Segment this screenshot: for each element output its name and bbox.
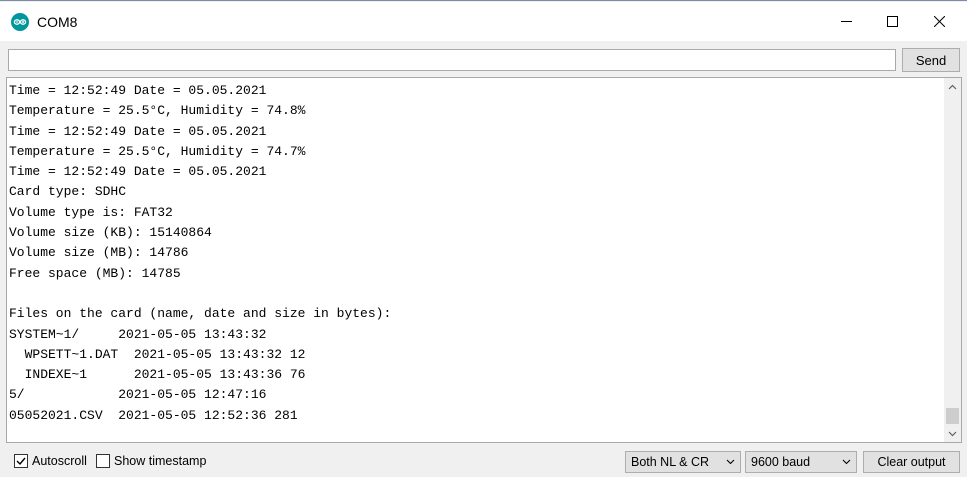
show-timestamp-label[interactable]: Show timestamp [114,454,206,468]
maximize-button[interactable] [869,2,915,41]
send-row: Send [0,41,967,77]
show-timestamp-checkbox[interactable] [96,454,110,468]
autoscroll-checkbox[interactable] [14,454,28,468]
output-line: Time = 12:52:49 Date = 05.05.2021 [9,164,267,180]
output-line: Volume size (KB): 15140864 [9,225,212,241]
output-line: Card type: SDHC [9,184,127,200]
serial-output[interactable]: Time = 12:52:49 Date = 05.05.2021 Tempera… [6,77,962,443]
baud-rate-select[interactable]: 9600 baud [745,451,857,473]
status-bar: Autoscroll Show timestamp Both NL & CR 9… [0,445,967,477]
send-button[interactable]: Send [902,48,960,72]
chevron-down-icon [842,459,851,465]
output-line: Time = 12:52:49 Date = 05.05.2021 [9,123,267,139]
clear-output-button[interactable]: Clear output [863,451,960,473]
arduino-icon [11,13,29,31]
serial-monitor-window: COM8 Send Time = 12:52:49 Date = 05.05.2… [0,0,967,477]
output-line: SYSTEM~1/ 2021-05-05 13:43:32 [9,326,267,342]
output-line: Temperature = 25.5°C, Humidity = 74.8% [9,103,306,119]
window-title: COM8 [37,14,78,30]
vertical-scrollbar[interactable] [944,78,961,442]
line-ending-select[interactable]: Both NL & CR [625,451,741,473]
scrollbar-thumb[interactable] [946,408,959,424]
output-text: Time = 12:52:49 Date = 05.05.2021 Tempera… [9,81,939,426]
output-line: Volume size (MB): 14786 [9,245,189,261]
minimize-icon [840,21,852,22]
scroll-up-button[interactable] [944,78,961,95]
output-line: Files on the card (name, date and size i… [9,306,392,322]
baud-rate-value: 9600 baud [751,455,811,469]
send-input[interactable] [8,49,896,71]
chevron-up-icon [948,84,957,89]
output-line: INDEXE~1 2021-05-05 13:43:36 76 [9,367,306,383]
close-button[interactable] [916,2,962,41]
output-line: Temperature = 25.5°C, Humidity = 74.7% [9,143,306,159]
line-ending-value: Both NL & CR [631,455,710,469]
close-icon [933,16,945,27]
output-line: Time = 12:52:49 Date = 05.05.2021 [9,83,267,98]
output-line: 05052021.CSV 2021-05-05 12:52:36 281 [9,407,298,423]
output-line: 5/ 2021-05-05 12:47:16 [9,387,267,403]
chevron-down-icon [948,431,957,436]
autoscroll-label[interactable]: Autoscroll [32,454,87,468]
output-line: WPSETT~1.DAT 2021-05-05 13:43:32 12 [9,346,306,362]
minimize-button[interactable] [823,2,869,41]
title-bar[interactable]: COM8 [0,2,967,41]
scroll-down-button[interactable] [944,425,961,442]
chevron-down-icon [726,459,735,465]
output-line: Volume type is: FAT32 [9,204,173,220]
maximize-icon [886,16,898,27]
output-line: Free space (MB): 14785 [9,265,181,281]
checkmark-icon [16,457,26,466]
